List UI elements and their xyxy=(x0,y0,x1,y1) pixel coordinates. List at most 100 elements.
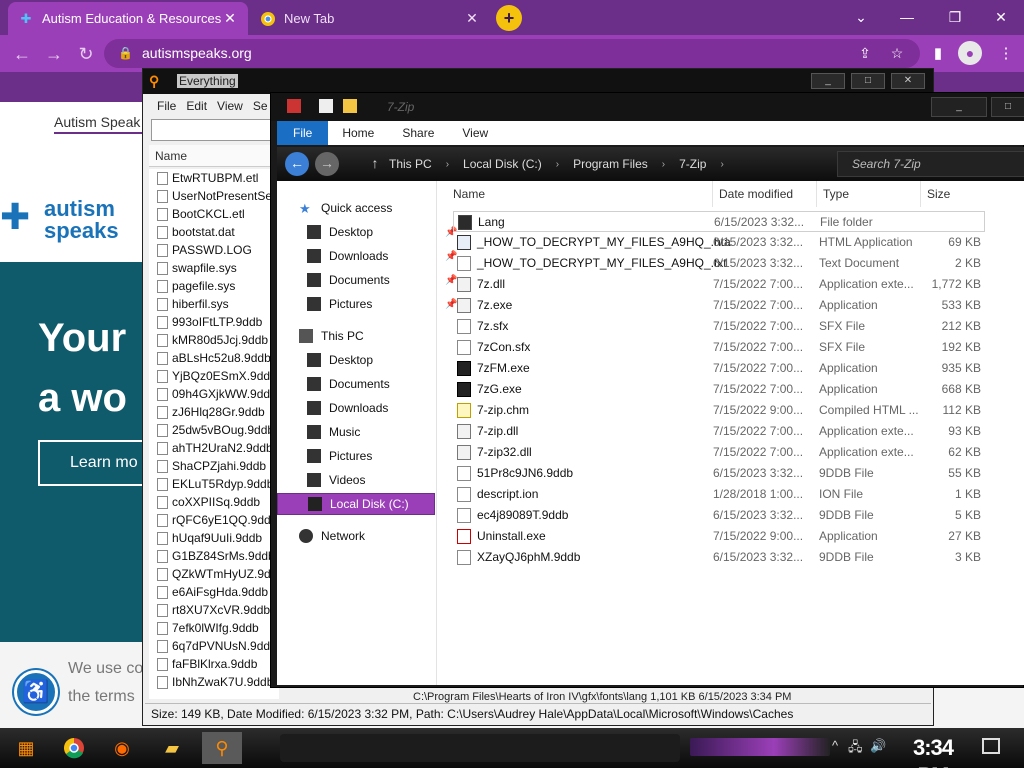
result-row[interactable]: 6q7dPVNUsN.9ddb xyxy=(149,637,279,655)
up-arrow-icon[interactable]: ↑ xyxy=(363,152,387,176)
result-row[interactable]: ahTH2UraN2.9ddb xyxy=(149,439,279,457)
result-row[interactable]: EKLuT5Rdyp.9ddb xyxy=(149,475,279,493)
tab-new-tab[interactable]: New Tab ✕ xyxy=(250,2,490,35)
nav-quick-access[interactable]: ★ Quick access xyxy=(299,197,392,219)
result-row-partial[interactable]: C:\Program Files\Hearts of Iron IV\gfx\f… xyxy=(413,691,791,703)
result-row[interactable]: bootstat.dat xyxy=(149,223,279,241)
accessibility-icon[interactable]: ♿ xyxy=(14,670,58,714)
result-row[interactable]: coXXPIISq.9ddb xyxy=(149,493,279,511)
ribbon-tab-home[interactable]: Home xyxy=(328,121,388,145)
back-arrow-icon[interactable]: ← xyxy=(285,152,309,176)
nav-pc-music[interactable]: Music xyxy=(307,421,360,443)
nav-qa-desktop[interactable]: Desktop 📌 xyxy=(307,221,457,243)
maximize-button[interactable]: □ xyxy=(991,97,1024,117)
learn-more-button[interactable]: Learn mo xyxy=(38,440,158,486)
menu-file[interactable]: File xyxy=(157,99,176,113)
nav-qa-pictures[interactable]: Pictures 📌 xyxy=(307,293,457,315)
menu-view[interactable]: View xyxy=(217,99,243,113)
nav-pc-downloads[interactable]: Downloads xyxy=(307,397,388,419)
result-row[interactable]: aBLsHc52u8.9ddb xyxy=(149,349,279,367)
tab-search-icon[interactable]: ⌄ xyxy=(838,4,884,30)
everything-search-icon[interactable]: ⚲ xyxy=(202,732,242,764)
result-row[interactable]: rQFC6yE1QQ.9ddb xyxy=(149,511,279,529)
file-row[interactable]: 7z.sfx 7/15/2022 7:00... SFX File 212 KB xyxy=(453,316,985,337)
restore-button[interactable]: ❐ xyxy=(932,4,978,30)
everything-title-bar[interactable]: ⚲ Everything _ □ ✕ xyxy=(143,69,933,94)
result-row[interactable]: e6AiFsgHda.9ddb xyxy=(149,583,279,601)
nav-qa-downloads[interactable]: Downloads 📌 xyxy=(307,245,457,267)
bookmark-star-icon[interactable]: ☆ xyxy=(886,39,908,68)
result-row[interactable]: ShaCPZjahi.9ddb xyxy=(149,457,279,475)
chrome-icon[interactable] xyxy=(54,732,94,764)
address-bar[interactable]: 🔒 autismspeaks.org ⇪ ☆ xyxy=(104,39,920,68)
result-row[interactable]: swapfile.sys xyxy=(149,259,279,277)
properties-icon[interactable] xyxy=(319,99,333,113)
chevron-up-icon[interactable]: ^ xyxy=(832,738,838,753)
forward-arrow-icon[interactable]: → xyxy=(315,152,339,176)
back-button[interactable]: ← xyxy=(10,42,34,66)
nav-pc-local-disk[interactable]: Local Disk (C:) xyxy=(277,493,435,515)
file-row[interactable]: _HOW_TO_DECRYPT_MY_FILES_A9HQ_.hta 6/15/2… xyxy=(453,232,985,253)
nav-this-pc[interactable]: This PC xyxy=(299,325,364,347)
new-folder-icon[interactable] xyxy=(343,99,357,113)
chevron-right-icon[interactable]: › xyxy=(556,159,559,170)
file-row[interactable]: 7zCon.sfx 7/15/2022 7:00... SFX File 192 KB xyxy=(453,337,985,358)
nav-pc-documents[interactable]: Documents xyxy=(307,373,390,395)
menu-kebab-icon[interactable]: ⋮ xyxy=(994,42,1018,66)
file-row[interactable]: ec4j89089T.9ddb 6/15/2023 3:32... 9DDB Fil… xyxy=(453,505,985,526)
network-icon[interactable]: 🖧 xyxy=(848,738,863,760)
ribbon-tab-share[interactable]: Share xyxy=(388,121,448,145)
file-row[interactable]: Lang 6/15/2023 3:32... File folder xyxy=(453,211,985,232)
file-row[interactable]: descript.ion 1/28/2018 1:00... ION File 1 K… xyxy=(453,484,985,505)
close-tab-icon[interactable]: ✕ xyxy=(464,10,480,27)
result-row[interactable]: kMR80d5Jcj.9ddb xyxy=(149,331,279,349)
start-icon[interactable]: ▦ xyxy=(6,732,46,764)
breadcrumb-program-files[interactable]: Program Files xyxy=(573,157,648,171)
file-row[interactable]: 7zFM.exe 7/15/2022 7:00... Application 935 … xyxy=(453,358,985,379)
explorer-search-input[interactable]: Search 7-Zip xyxy=(837,151,1024,177)
minimize-button[interactable]: _ xyxy=(931,97,987,117)
file-row[interactable]: 7-zip32.dll 7/15/2022 7:00... Application … xyxy=(453,442,985,463)
result-row[interactable]: faFBlKlrxa.9ddb xyxy=(149,655,279,673)
file-row[interactable]: XZayQJ6phM.9ddb 6/15/2023 3:32... 9DDB Fil… xyxy=(453,547,985,568)
close-window-button[interactable]: ✕ xyxy=(978,4,1024,30)
explorer-title-bar[interactable]: 7-Zip _ □ xyxy=(271,93,1024,121)
minimize-button[interactable]: _ xyxy=(811,73,845,89)
notification-icon[interactable] xyxy=(982,738,1000,754)
file-row[interactable]: 7-zip.chm 7/15/2022 9:00... Compiled HTML … xyxy=(453,400,985,421)
file-row[interactable]: 7z.dll 7/15/2022 7:00... Application exte.… xyxy=(453,274,985,295)
result-row[interactable]: zJ6Hlq28Gr.9ddb xyxy=(149,403,279,421)
result-row[interactable]: 7efk0lWIfg.9ddb xyxy=(149,619,279,637)
close-tab-icon[interactable]: ✕ xyxy=(222,10,238,27)
share-icon[interactable]: ⇪ xyxy=(854,39,876,68)
chevron-right-icon[interactable]: › xyxy=(720,159,723,170)
breadcrumb-this-pc[interactable]: This PC xyxy=(389,157,432,171)
file-row[interactable]: _HOW_TO_DECRYPT_MY_FILES_A9HQ_.txt 6/15/2… xyxy=(453,253,985,274)
file-row[interactable]: 7zG.exe 7/15/2022 7:00... Application 668 K… xyxy=(453,379,985,400)
nav-pc-pictures[interactable]: Pictures xyxy=(307,445,372,467)
site-nav-item[interactable]: Autism Speak xyxy=(54,114,140,130)
result-row[interactable]: UserNotPresentSessi xyxy=(149,187,279,205)
column-header-name[interactable]: Name xyxy=(437,181,713,207)
column-header-type[interactable]: Type xyxy=(817,181,921,207)
result-row[interactable]: hiberfil.sys xyxy=(149,295,279,313)
nav-qa-documents[interactable]: Documents 📌 xyxy=(307,269,457,291)
breadcrumb-local-disk[interactable]: Local Disk (C:) xyxy=(463,157,542,171)
result-row[interactable]: hUqaf9UuIi.9ddb xyxy=(149,529,279,547)
firefox-icon[interactable]: ◉ xyxy=(102,732,142,764)
chevron-right-icon[interactable]: › xyxy=(446,159,449,170)
nav-network[interactable]: Network xyxy=(299,525,365,547)
result-row[interactable]: PASSWD.LOG xyxy=(149,241,279,259)
result-row[interactable]: IbNhZwaK7U.9ddb xyxy=(149,673,279,691)
column-header-size[interactable]: Size xyxy=(921,181,1024,207)
profile-avatar[interactable]: ● xyxy=(958,41,982,65)
file-row[interactable]: Uninstall.exe 7/15/2022 9:00... Applicatio… xyxy=(453,526,985,547)
file-row[interactable]: 51Pr8c9JN6.9ddb 6/15/2023 3:32... 9DDB Fil… xyxy=(453,463,985,484)
file-explorer-icon[interactable]: ▰ xyxy=(152,732,192,764)
new-tab-button[interactable]: + xyxy=(496,5,522,31)
result-row[interactable]: EtwRTUBPM.etl xyxy=(149,169,279,187)
maximize-button[interactable]: □ xyxy=(851,73,885,89)
everything-search-input[interactable] xyxy=(151,119,279,141)
menu-edit[interactable]: Edit xyxy=(186,99,207,113)
nav-pc-desktop[interactable]: Desktop xyxy=(307,349,373,371)
